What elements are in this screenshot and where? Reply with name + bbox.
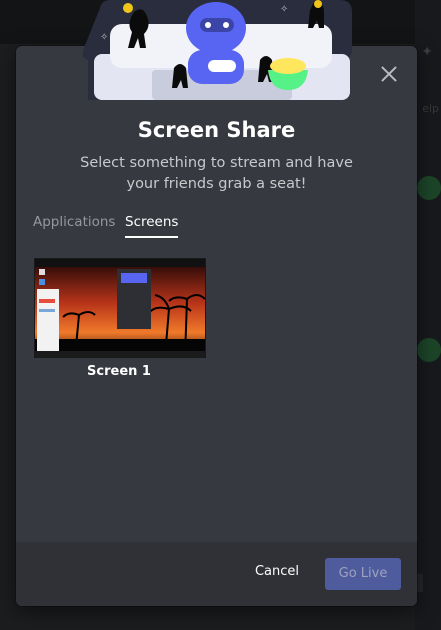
screen-1-label: Screen 1 xyxy=(87,364,151,379)
tab-screens[interactable]: Screens xyxy=(125,214,179,238)
screen-1-thumbnail[interactable] xyxy=(34,258,206,358)
sparkle-icon: ✧ xyxy=(100,32,108,43)
hero-illustration: ✧ ✧ xyxy=(82,0,353,100)
close-icon[interactable] xyxy=(379,64,399,84)
sparkle-icon: ✧ xyxy=(280,4,288,15)
screen-share-modal: ✧ ✧ Screen Share Select something to str… xyxy=(16,0,417,606)
modal-subtitle: Select something to stream and have your… xyxy=(80,155,353,192)
modal-title: Screen Share xyxy=(137,118,296,142)
go-live-button[interactable]: Go Live xyxy=(325,558,401,590)
tab-applications[interactable]: Applications xyxy=(33,214,115,236)
cancel-button[interactable]: Cancel xyxy=(253,556,301,588)
screen-preview-image xyxy=(35,259,205,357)
modal-footer: Cancel Go Live xyxy=(16,542,417,606)
